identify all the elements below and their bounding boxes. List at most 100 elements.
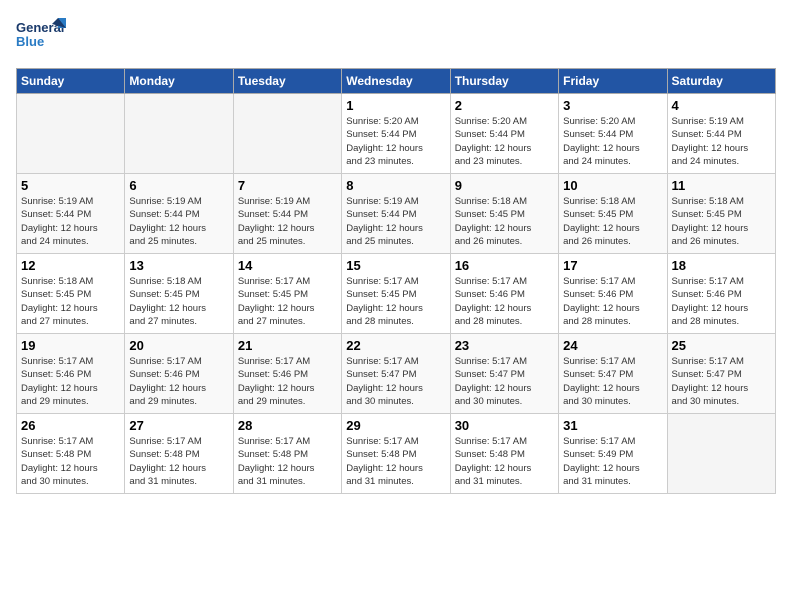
calendar-day-cell: 8 Sunrise: 5:19 AM Sunset: 5:44 PM Daylig…	[342, 174, 450, 254]
day-number: 26	[21, 418, 120, 433]
day-info: Sunrise: 5:17 AM Sunset: 5:46 PM Dayligh…	[238, 355, 337, 408]
day-number: 3	[563, 98, 662, 113]
day-number: 6	[129, 178, 228, 193]
day-number: 31	[563, 418, 662, 433]
day-number: 7	[238, 178, 337, 193]
day-info: Sunrise: 5:17 AM Sunset: 5:46 PM Dayligh…	[563, 275, 662, 328]
calendar-day-cell: 31 Sunrise: 5:17 AM Sunset: 5:49 PM Dayli…	[559, 414, 667, 494]
calendar-day-cell: 10Sunrise: 5:18 AM Sunset: 5:45 PM Dayli…	[559, 174, 667, 254]
calendar-day-cell: 30 Sunrise: 5:17 AM Sunset: 5:48 PM Dayli…	[450, 414, 558, 494]
day-info: Sunrise: 5:17 AM Sunset: 5:46 PM Dayligh…	[129, 355, 228, 408]
day-info: Sunrise: 5:17 AM Sunset: 5:45 PM Dayligh…	[238, 275, 337, 328]
calendar-day-cell: 16 Sunrise: 5:17 AM Sunset: 5:46 PM Dayli…	[450, 254, 558, 334]
day-number: 28	[238, 418, 337, 433]
day-info: Sunrise: 5:17 AM Sunset: 5:48 PM Dayligh…	[21, 435, 120, 488]
day-number: 25	[672, 338, 771, 353]
calendar-day-cell: 5 Sunrise: 5:19 AM Sunset: 5:44 PM Daylig…	[17, 174, 125, 254]
calendar-week-row: 19Sunrise: 5:17 AM Sunset: 5:46 PM Dayli…	[17, 334, 776, 414]
weekday-header-friday: Friday	[559, 69, 667, 94]
day-number: 15	[346, 258, 445, 273]
day-info: Sunrise: 5:17 AM Sunset: 5:48 PM Dayligh…	[238, 435, 337, 488]
calendar-day-cell: 20 Sunrise: 5:17 AM Sunset: 5:46 PM Dayli…	[125, 334, 233, 414]
day-info: Sunrise: 5:18 AM Sunset: 5:45 PM Dayligh…	[672, 195, 771, 248]
day-number: 11	[672, 178, 771, 193]
calendar-day-cell: 2 Sunrise: 5:20 AM Sunset: 5:44 PM Daylig…	[450, 94, 558, 174]
calendar-empty-cell	[17, 94, 125, 174]
day-info: Sunrise: 5:18 AM Sunset: 5:45 PM Dayligh…	[455, 195, 554, 248]
day-number: 9	[455, 178, 554, 193]
logo-icon: General Blue	[16, 16, 66, 56]
day-info: Sunrise: 5:20 AM Sunset: 5:44 PM Dayligh…	[346, 115, 445, 168]
calendar-day-cell: 7 Sunrise: 5:19 AM Sunset: 5:44 PM Daylig…	[233, 174, 341, 254]
weekday-header-sunday: Sunday	[17, 69, 125, 94]
calendar-day-cell: 22 Sunrise: 5:17 AM Sunset: 5:47 PM Dayli…	[342, 334, 450, 414]
day-number: 1	[346, 98, 445, 113]
day-number: 14	[238, 258, 337, 273]
weekday-header-thursday: Thursday	[450, 69, 558, 94]
calendar-day-cell: 3Sunrise: 5:20 AM Sunset: 5:44 PM Daylig…	[559, 94, 667, 174]
day-info: Sunrise: 5:17 AM Sunset: 5:48 PM Dayligh…	[346, 435, 445, 488]
calendar-day-cell: 9 Sunrise: 5:18 AM Sunset: 5:45 PM Daylig…	[450, 174, 558, 254]
day-info: Sunrise: 5:17 AM Sunset: 5:47 PM Dayligh…	[455, 355, 554, 408]
day-number: 30	[455, 418, 554, 433]
svg-text:Blue: Blue	[16, 34, 44, 49]
weekday-header-tuesday: Tuesday	[233, 69, 341, 94]
calendar-day-cell: 13 Sunrise: 5:18 AM Sunset: 5:45 PM Dayli…	[125, 254, 233, 334]
day-number: 22	[346, 338, 445, 353]
day-info: Sunrise: 5:19 AM Sunset: 5:44 PM Dayligh…	[346, 195, 445, 248]
day-number: 20	[129, 338, 228, 353]
calendar-day-cell: 29 Sunrise: 5:17 AM Sunset: 5:48 PM Dayli…	[342, 414, 450, 494]
day-number: 13	[129, 258, 228, 273]
calendar-empty-cell	[667, 414, 775, 494]
day-info: Sunrise: 5:17 AM Sunset: 5:48 PM Dayligh…	[129, 435, 228, 488]
calendar-empty-cell	[233, 94, 341, 174]
day-info: Sunrise: 5:17 AM Sunset: 5:47 PM Dayligh…	[672, 355, 771, 408]
day-info: Sunrise: 5:19 AM Sunset: 5:44 PM Dayligh…	[672, 115, 771, 168]
day-number: 8	[346, 178, 445, 193]
calendar-day-cell: 14 Sunrise: 5:17 AM Sunset: 5:45 PM Dayli…	[233, 254, 341, 334]
weekday-header-saturday: Saturday	[667, 69, 775, 94]
weekday-header-wednesday: Wednesday	[342, 69, 450, 94]
day-number: 5	[21, 178, 120, 193]
day-number: 23	[455, 338, 554, 353]
day-number: 29	[346, 418, 445, 433]
day-info: Sunrise: 5:17 AM Sunset: 5:48 PM Dayligh…	[455, 435, 554, 488]
day-number: 27	[129, 418, 228, 433]
day-info: Sunrise: 5:17 AM Sunset: 5:46 PM Dayligh…	[455, 275, 554, 328]
calendar-day-cell: 6 Sunrise: 5:19 AM Sunset: 5:44 PM Daylig…	[125, 174, 233, 254]
day-info: Sunrise: 5:17 AM Sunset: 5:45 PM Dayligh…	[346, 275, 445, 328]
day-info: Sunrise: 5:18 AM Sunset: 5:45 PM Dayligh…	[129, 275, 228, 328]
calendar-day-cell: 17 Sunrise: 5:17 AM Sunset: 5:46 PM Dayli…	[559, 254, 667, 334]
day-info: Sunrise: 5:19 AM Sunset: 5:44 PM Dayligh…	[129, 195, 228, 248]
calendar-day-cell: 11 Sunrise: 5:18 AM Sunset: 5:45 PM Dayli…	[667, 174, 775, 254]
calendar-empty-cell	[125, 94, 233, 174]
calendar-day-cell: 28 Sunrise: 5:17 AM Sunset: 5:48 PM Dayli…	[233, 414, 341, 494]
calendar-day-cell: 15 Sunrise: 5:17 AM Sunset: 5:45 PM Dayli…	[342, 254, 450, 334]
day-info: Sunrise: 5:17 AM Sunset: 5:47 PM Dayligh…	[563, 355, 662, 408]
day-info: Sunrise: 5:19 AM Sunset: 5:44 PM Dayligh…	[21, 195, 120, 248]
calendar-day-cell: 26 Sunrise: 5:17 AM Sunset: 5:48 PM Dayli…	[17, 414, 125, 494]
calendar-week-row: 5 Sunrise: 5:19 AM Sunset: 5:44 PM Daylig…	[17, 174, 776, 254]
weekday-header-monday: Monday	[125, 69, 233, 94]
day-number: 17	[563, 258, 662, 273]
day-info: Sunrise: 5:17 AM Sunset: 5:47 PM Dayligh…	[346, 355, 445, 408]
day-info: Sunrise: 5:18 AM Sunset: 5:45 PM Dayligh…	[563, 195, 662, 248]
calendar-week-row: 1 Sunrise: 5:20 AM Sunset: 5:44 PM Daylig…	[17, 94, 776, 174]
day-info: Sunrise: 5:18 AM Sunset: 5:45 PM Dayligh…	[21, 275, 120, 328]
day-info: Sunrise: 5:19 AM Sunset: 5:44 PM Dayligh…	[238, 195, 337, 248]
day-info: Sunrise: 5:20 AM Sunset: 5:44 PM Dayligh…	[455, 115, 554, 168]
day-info: Sunrise: 5:17 AM Sunset: 5:49 PM Dayligh…	[563, 435, 662, 488]
logo: General Blue	[16, 16, 66, 56]
day-number: 16	[455, 258, 554, 273]
calendar-day-cell: 19Sunrise: 5:17 AM Sunset: 5:46 PM Dayli…	[17, 334, 125, 414]
day-info: Sunrise: 5:17 AM Sunset: 5:46 PM Dayligh…	[21, 355, 120, 408]
calendar-day-cell: 23 Sunrise: 5:17 AM Sunset: 5:47 PM Dayli…	[450, 334, 558, 414]
calendar-day-cell: 24Sunrise: 5:17 AM Sunset: 5:47 PM Dayli…	[559, 334, 667, 414]
calendar-table: SundayMondayTuesdayWednesdayThursdayFrid…	[16, 68, 776, 494]
calendar-day-cell: 18Sunrise: 5:17 AM Sunset: 5:46 PM Dayli…	[667, 254, 775, 334]
day-number: 12	[21, 258, 120, 273]
day-number: 2	[455, 98, 554, 113]
weekday-header-row: SundayMondayTuesdayWednesdayThursdayFrid…	[17, 69, 776, 94]
calendar-day-cell: 27 Sunrise: 5:17 AM Sunset: 5:48 PM Dayli…	[125, 414, 233, 494]
calendar-week-row: 26 Sunrise: 5:17 AM Sunset: 5:48 PM Dayli…	[17, 414, 776, 494]
